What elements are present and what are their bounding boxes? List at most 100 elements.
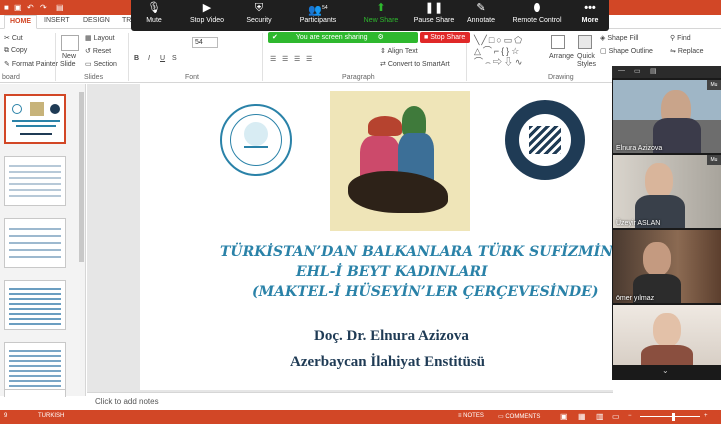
- participant-video[interactable]: ömer yılmaz: [613, 230, 721, 303]
- slide-thumbnail[interactable]: [4, 280, 66, 330]
- align-center-icon[interactable]: ☰: [282, 55, 288, 63]
- font-size-select[interactable]: 54: [192, 37, 218, 48]
- bold-button[interactable]: B: [134, 55, 139, 62]
- new-slide-label-2[interactable]: Slide: [60, 61, 76, 68]
- cut-button[interactable]: ✂ Cut: [4, 34, 23, 42]
- replace-icon: ⇋: [670, 48, 678, 55]
- slideshow-icon[interactable]: ▭: [612, 412, 620, 421]
- notes-pane[interactable]: Click to add notes: [87, 392, 613, 410]
- save-icon[interactable]: ▣: [14, 2, 22, 13]
- copy-button[interactable]: ⧉ Copy: [4, 47, 27, 55]
- minimize-icon[interactable]: —: [618, 67, 625, 74]
- participants-count: 54: [322, 5, 328, 11]
- annotate-button[interactable]: ✎ Annotate: [461, 0, 501, 31]
- settings-icon[interactable]: ⚙: [378, 34, 384, 41]
- slide-title-line-1: TÜRKİSTAN’DAN BALKANLARA TÜRK SUFİZMİNDE: [220, 244, 636, 260]
- pencil-icon: ✎: [476, 2, 486, 14]
- layout-icon: ▦: [85, 35, 94, 42]
- language-indicator[interactable]: TURKISH: [38, 413, 64, 419]
- slide-canvas[interactable]: TÜRKİSTAN’DAN BALKANLARA TÜRK SUFİZMİNDE…: [140, 84, 636, 390]
- view-icon[interactable]: ▭: [634, 67, 641, 75]
- justify-icon[interactable]: ☰: [306, 55, 312, 63]
- shape-outline-button[interactable]: ▢ Shape Outline: [600, 47, 653, 55]
- thumbnail-scrollbar[interactable]: [79, 92, 84, 262]
- new-share-button[interactable]: ⬆ New Share: [359, 0, 403, 31]
- tab-transitions[interactable]: TR: [122, 17, 131, 24]
- slide-thumbnail[interactable]: [4, 342, 66, 392]
- outline-icon: ▢: [600, 48, 609, 55]
- quick-styles-icon[interactable]: [578, 35, 592, 49]
- redo-icon[interactable]: ↷: [40, 2, 47, 13]
- layout-button[interactable]: ▦ Layout: [85, 34, 115, 42]
- slides-group-label: Slides: [84, 74, 104, 81]
- undo-icon[interactable]: ↶: [27, 2, 34, 13]
- zoom-slider[interactable]: [640, 416, 700, 417]
- gallery-icon[interactable]: ▤: [650, 67, 657, 75]
- normal-view-icon[interactable]: ▣: [560, 412, 568, 421]
- divider: [55, 33, 56, 81]
- align-left-icon[interactable]: ☰: [270, 55, 276, 63]
- tab-design[interactable]: DESIGN: [83, 17, 110, 24]
- slide-thumbnail[interactable]: [4, 389, 66, 397]
- tab-home[interactable]: HOME: [4, 15, 37, 29]
- slide-thumbnail[interactable]: [4, 94, 66, 144]
- tab-insert[interactable]: INSERT: [44, 17, 70, 24]
- participant-video[interactable]: Elnura Azizova Mu: [613, 80, 721, 153]
- section-icon: ▭: [85, 61, 94, 68]
- align-right-icon[interactable]: ☰: [294, 55, 300, 63]
- reading-view-icon[interactable]: ▥: [596, 412, 604, 421]
- reset-button[interactable]: ↺ Reset: [85, 47, 111, 55]
- participants-button[interactable]: 👥54 Participants: [293, 0, 343, 31]
- miniature-painting: [330, 91, 470, 231]
- clipboard-group-label: board: [2, 74, 20, 81]
- more-button[interactable]: ••• More: [575, 0, 605, 31]
- mute-button[interactable]: 🎙 Mute: [137, 0, 171, 31]
- institute-logo: [220, 104, 292, 176]
- arrange-icon[interactable]: [551, 35, 565, 49]
- format-painter-button[interactable]: ✎ Format Painter: [4, 60, 58, 68]
- convert-smartart-button[interactable]: ⇄ Convert to SmartArt: [380, 60, 450, 68]
- author-name: Doç. Dr. Elnura Azizova: [314, 328, 469, 344]
- zoom-slider-thumb[interactable]: [672, 413, 675, 421]
- stop-share-button[interactable]: ■ Stop Share: [420, 32, 470, 43]
- find-button[interactable]: ⚲ Find: [670, 34, 691, 42]
- slide-sorter-icon[interactable]: ▦: [578, 412, 586, 421]
- comments-button[interactable]: ▭ COMMENTS: [498, 413, 540, 420]
- stop-video-button[interactable]: ▶ Stop Video: [183, 0, 231, 31]
- slide-title-line-2: EHL-İ BEYT KADINLARI: [296, 264, 488, 280]
- more-icon: •••: [584, 2, 596, 14]
- mouse-icon: ⬮: [533, 2, 541, 14]
- chevron-down-icon[interactable]: ⌄: [662, 366, 669, 375]
- slide-number: 9: [4, 413, 8, 419]
- notes-button[interactable]: ≡ NOTES: [458, 413, 484, 419]
- zoom-in-icon[interactable]: +: [704, 413, 708, 419]
- align-text-button[interactable]: ⇕ Align Text: [380, 47, 418, 55]
- video-camera-icon: ▶: [202, 2, 212, 14]
- paragraph-group-label: Paragraph: [342, 74, 375, 81]
- shapes-gallery[interactable]: ╲╱□○▭⬠ △⌒⌐{}☆ ⌒⌢⇨⇩∿: [474, 35, 546, 67]
- underline-button[interactable]: U: [160, 55, 165, 62]
- remote-control-button[interactable]: ⬮ Remote Control: [509, 0, 565, 31]
- pause-icon: ❚❚: [424, 2, 444, 14]
- new-slide-label[interactable]: New: [62, 53, 76, 60]
- zoom-out-icon[interactable]: −: [628, 413, 632, 419]
- participant-video[interactable]: [613, 305, 721, 365]
- section-button[interactable]: ▭ Section: [85, 60, 117, 68]
- slide-title-line-3: (MAKTEL-İ HÜSEYİN’LER ÇERÇEVESİNDE): [252, 284, 599, 300]
- new-slide-icon[interactable]: [61, 35, 79, 51]
- screen-sharing-banner: ✔ You are screen sharing ⚙: [268, 32, 418, 43]
- video-panel-header: — ▭ ▤: [612, 66, 721, 78]
- italic-button[interactable]: I: [148, 55, 150, 62]
- smartart-icon: ⇄: [380, 61, 388, 68]
- replace-button[interactable]: ⇋ Replace: [670, 47, 704, 55]
- shape-fill-button[interactable]: ◈ Shape Fill: [600, 34, 638, 42]
- start-icon[interactable]: ▤: [56, 2, 64, 13]
- quick-styles-button[interactable]: Quick: [577, 53, 595, 60]
- slide-thumbnail[interactable]: [4, 218, 66, 268]
- pause-share-button[interactable]: ❚❚ Pause Share: [411, 0, 457, 31]
- participant-video[interactable]: Üzeyir ASLAN Mu: [613, 155, 721, 228]
- security-button[interactable]: ⛨ Security: [239, 0, 279, 31]
- slide-thumbnail[interactable]: [4, 156, 66, 206]
- arrange-button[interactable]: Arrange: [549, 53, 574, 60]
- shadow-button[interactable]: S: [172, 55, 177, 62]
